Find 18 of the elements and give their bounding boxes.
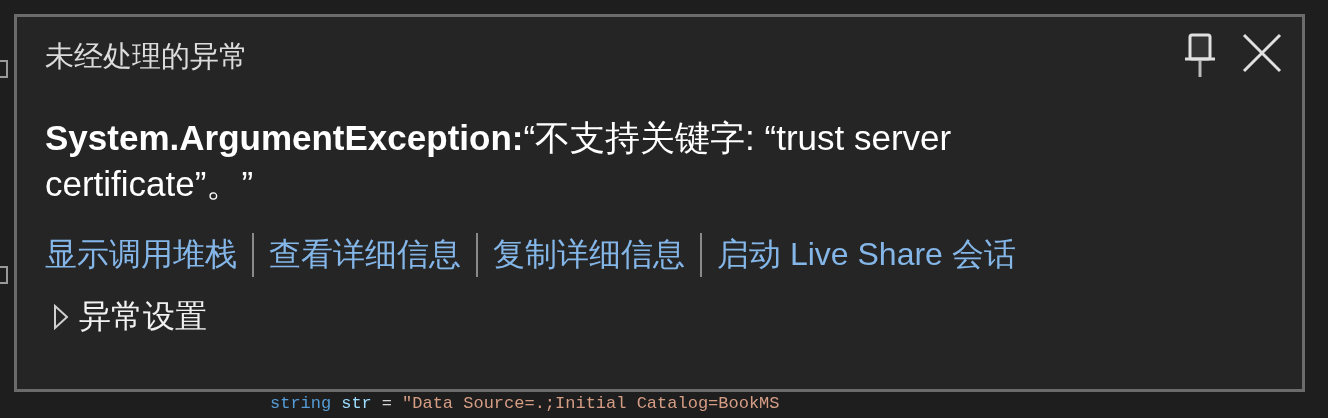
code-token: string	[270, 394, 332, 414]
exception-message: System.ArgumentException:“不支持关键字: “trust server certificate”。”	[45, 117, 953, 205]
exception-settings-toggle[interactable]: 异常设置	[53, 295, 1282, 339]
link[interactable]: 显示调用堆栈	[45, 233, 237, 277]
pin-button[interactable]	[1184, 33, 1216, 79]
popup-title: 未经处理的异常	[45, 38, 248, 75]
close-button[interactable]	[1242, 33, 1282, 73]
code-token: "Data Source=.;Initial Catalog=BookMS	[402, 394, 780, 414]
caret-right-icon	[53, 304, 69, 330]
link[interactable]: 复制详细信息	[493, 233, 685, 277]
close-icon	[1242, 33, 1282, 73]
code-token: str	[341, 394, 372, 414]
link[interactable]: 查看详细信息	[269, 233, 461, 277]
link[interactable]: 启动 Live Share 会话	[717, 233, 1016, 277]
fold-icon[interactable]	[0, 60, 8, 78]
fold-icon[interactable]	[0, 266, 8, 284]
code-token: =	[381, 394, 393, 414]
pin-icon	[1184, 33, 1216, 79]
